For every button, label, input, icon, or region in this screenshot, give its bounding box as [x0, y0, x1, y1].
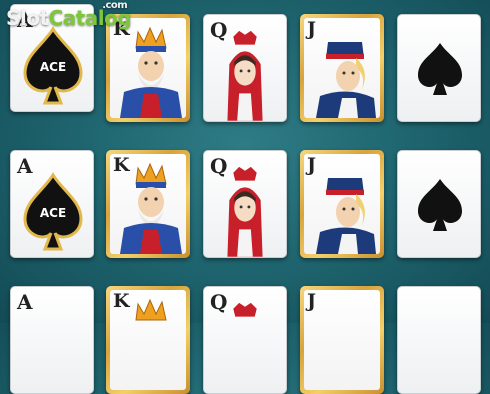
- spade-icon: [418, 179, 462, 231]
- logo-suffix: .com: [102, 0, 128, 11]
- spade-icon: [418, 43, 462, 95]
- card-queen: Q: [203, 150, 287, 258]
- card-queen: Q: [203, 286, 287, 394]
- king-portrait-icon: [135, 298, 167, 321]
- slotcatalog-logo: SlotCatalog .com: [6, 0, 132, 30]
- card-jack: J: [300, 286, 384, 394]
- card-spade: [397, 286, 481, 394]
- card-jack: J: [300, 14, 384, 122]
- card-jack: J: [300, 150, 384, 258]
- logo-text-slot: Slot: [6, 6, 49, 30]
- card-rank: A: [17, 290, 33, 314]
- card-king: K: [106, 14, 190, 122]
- card-ace-spade: A: [10, 286, 94, 394]
- reel-grid: A ACE K Q J A ACE K Q J A K Q J: [0, 0, 490, 394]
- queen-portrait-icon: [233, 302, 257, 317]
- card-king: K: [106, 286, 190, 394]
- card-queen: Q: [203, 14, 287, 122]
- queen-portrait-icon: [227, 166, 263, 257]
- king-portrait-icon: [120, 162, 182, 254]
- card-rank: J: [307, 290, 316, 312]
- ace-label: ACE: [39, 206, 67, 220]
- card-spade: [397, 14, 481, 122]
- ace-label: ACE: [39, 60, 67, 74]
- jack-portrait-icon: [316, 178, 376, 254]
- card-ace-spade: A ACE: [10, 150, 94, 258]
- jack-portrait-icon: [316, 42, 376, 118]
- card-spade: [397, 150, 481, 258]
- queen-portrait-icon: [227, 30, 263, 121]
- king-portrait-icon: [120, 26, 182, 118]
- card-king: K: [106, 150, 190, 258]
